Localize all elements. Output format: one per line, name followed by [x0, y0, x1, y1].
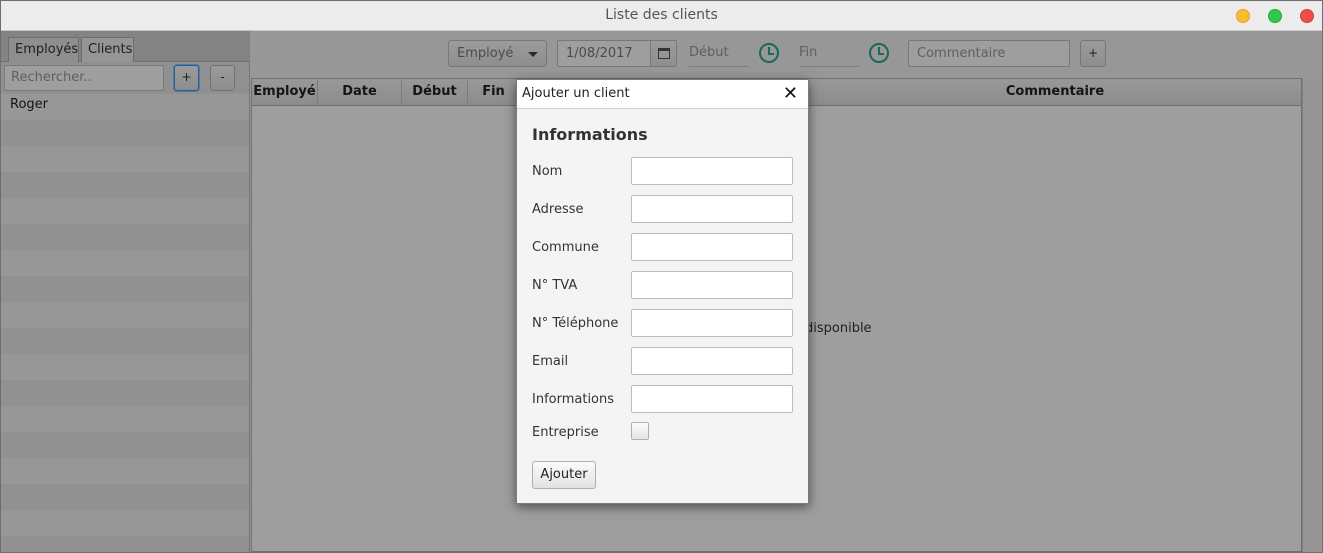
entreprise-checkbox[interactable]: [631, 422, 649, 440]
title-bar: Liste des clients: [1, 1, 1322, 31]
ajouter-button[interactable]: Ajouter: [532, 461, 596, 489]
field-label-informations: Informations: [532, 392, 615, 407]
email-field[interactable]: [631, 347, 793, 375]
close-icon[interactable]: ✕: [783, 83, 798, 104]
commune-field[interactable]: [631, 233, 793, 261]
dialog-title: Ajouter un client: [522, 86, 630, 101]
minimize-button[interactable]: [1236, 9, 1250, 23]
field-label-commune: Commune: [532, 240, 599, 255]
app-window: Liste des clients Employés Clients Reche…: [0, 0, 1323, 553]
close-window-button[interactable]: [1300, 9, 1314, 23]
maximize-button[interactable]: [1268, 9, 1282, 23]
field-label-telephone: N° Téléphone: [532, 316, 619, 331]
add-client-dialog: Ajouter un client ✕ Informations Nom Adr…: [516, 79, 809, 504]
nom-field[interactable]: [631, 157, 793, 185]
field-label-adresse: Adresse: [532, 202, 584, 217]
window-title: Liste des clients: [605, 7, 718, 23]
dialog-header: Ajouter un client ✕: [517, 80, 808, 109]
adresse-field[interactable]: [631, 195, 793, 223]
field-label-entreprise: Entreprise: [532, 425, 599, 440]
field-label-nom: Nom: [532, 164, 563, 179]
informations-field[interactable]: [631, 385, 793, 413]
field-label-email: Email: [532, 354, 569, 369]
section-title: Informations: [532, 125, 648, 144]
field-label-tva: N° TVA: [532, 278, 578, 293]
telephone-field[interactable]: [631, 309, 793, 337]
tva-field[interactable]: [631, 271, 793, 299]
